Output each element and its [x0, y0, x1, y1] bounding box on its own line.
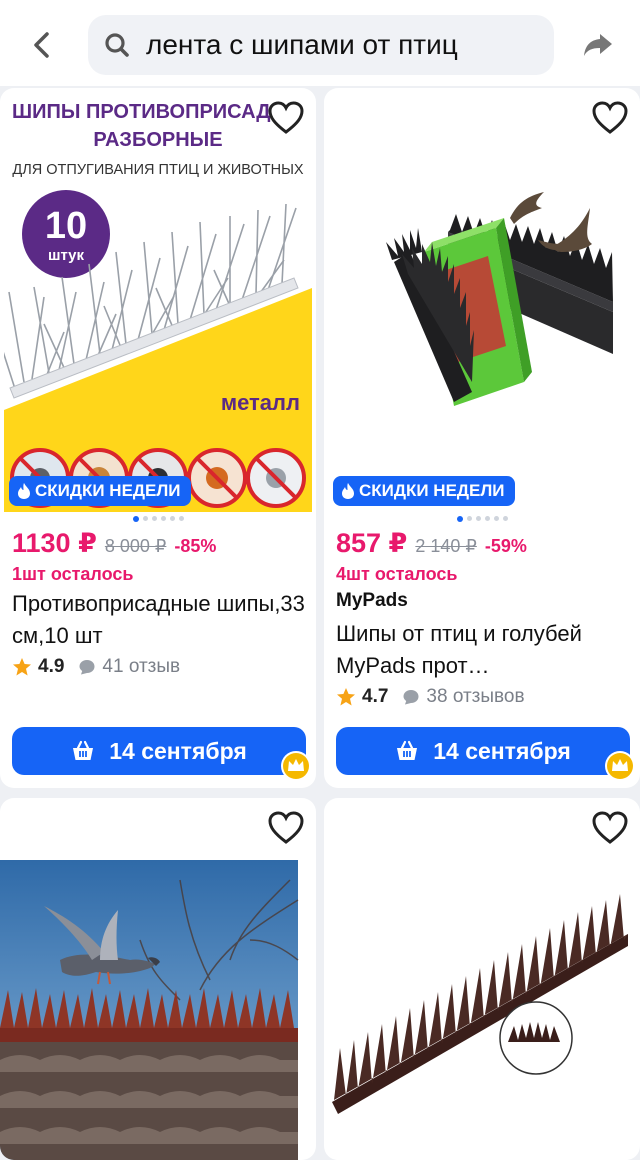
delivery-date-label: 14 сентября — [109, 737, 247, 764]
review-bubble-icon — [403, 690, 419, 705]
discount: -59% — [484, 536, 527, 556]
image-pager-dots — [0, 515, 316, 522]
flame-icon — [342, 483, 354, 499]
discount: -85% — [174, 536, 217, 556]
rating-value: 4.9 — [38, 656, 65, 677]
old-price: 2 140 ₽ — [415, 536, 477, 556]
back-arrow-icon — [34, 32, 49, 58]
heart-icon — [268, 101, 304, 134]
product-card[interactable]: ШИПЫ ПРОТИВОПРИСАДН РАЗБОРНЫЕ ДЛЯ ОТПУГИ… — [0, 88, 316, 788]
crown-badge-icon — [605, 751, 635, 781]
favorite-button[interactable] — [590, 98, 630, 138]
heart-icon — [592, 811, 628, 844]
heart-icon — [268, 811, 304, 844]
image-count-number: 10 — [45, 205, 87, 247]
rating-row: 4.9 41 отзыв — [12, 656, 180, 678]
product-card[interactable] — [0, 798, 316, 1160]
product-image[interactable]: ШИПЫ ПРОТИВОПРИСАДН РАЗБОРНЫЕ ДЛЯ ОТПУГИ… — [4, 92, 312, 512]
product-card[interactable]: СКИДКИ НЕДЕЛИ 857 ₽ 2 140 ₽ -59% 4шт ост… — [324, 88, 640, 788]
basket-icon — [397, 740, 418, 760]
product-title[interactable]: Шипы от птиц и голубей MyPads прот… — [336, 618, 630, 682]
top-bar — [0, 0, 640, 86]
stock-left: 1шт осталось — [12, 564, 134, 584]
image-subtitle: ДЛЯ ОТПУГИВАНИЯ ПТИЦ И ЖИВОТНЫХ — [12, 162, 303, 178]
product-image[interactable] — [328, 878, 636, 1160]
product-card[interactable] — [324, 798, 640, 1160]
favorite-button[interactable] — [266, 808, 306, 848]
flame-icon — [18, 483, 30, 499]
delivery-date-button[interactable]: 14 сентября — [336, 727, 630, 775]
image-headline-1: ШИПЫ ПРОТИВОПРИСАДН — [12, 101, 285, 123]
delivery-date-button[interactable]: 14 сентября — [12, 727, 306, 775]
review-bubble-icon — [79, 660, 95, 675]
share-button[interactable] — [580, 26, 616, 62]
sale-badge: СКИДКИ НЕДЕЛИ — [333, 476, 515, 506]
image-material: металл — [221, 390, 300, 415]
search-input[interactable] — [146, 23, 536, 67]
price: 857 ₽ — [336, 528, 408, 558]
old-price: 8 000 ₽ — [104, 536, 167, 556]
share-icon — [584, 34, 612, 56]
star-icon — [13, 658, 31, 676]
sale-badge-label: СКИДКИ НЕДЕЛИ — [35, 481, 181, 500]
favorite-button[interactable] — [266, 98, 306, 138]
crown-badge-icon — [281, 751, 311, 781]
image-pager-dots — [324, 515, 640, 522]
heart-icon — [592, 101, 628, 134]
price-line: 1130 ₽ 8 000 ₽ -85% — [12, 528, 216, 559]
delivery-date-label: 14 сентября — [433, 737, 571, 764]
brand-name[interactable]: MyPads — [336, 590, 408, 612]
reviews-count: 38 отзывов — [426, 686, 525, 707]
search-icon — [105, 33, 129, 57]
price-line: 857 ₽ 2 140 ₽ -59% — [336, 528, 527, 559]
product-image[interactable] — [0, 860, 316, 1160]
favorite-button[interactable] — [590, 808, 630, 848]
image-count-word: штук — [48, 247, 85, 264]
price: 1130 ₽ — [12, 528, 97, 558]
rating-row: 4.7 38 отзывов — [336, 686, 525, 708]
rating-value: 4.7 — [362, 686, 389, 707]
image-headline-2: РАЗБОРНЫЕ — [93, 129, 222, 151]
stock-left: 4шт осталось — [336, 564, 458, 584]
basket-icon — [73, 740, 94, 760]
sale-badge: СКИДКИ НЕДЕЛИ — [9, 476, 191, 506]
search-bar[interactable] — [88, 15, 554, 75]
product-image[interactable] — [328, 92, 636, 512]
back-button[interactable] — [26, 28, 56, 62]
reviews-count: 41 отзыв — [102, 656, 181, 677]
sale-badge-label: СКИДКИ НЕДЕЛИ — [359, 481, 505, 500]
product-title[interactable]: Противоприсадные шипы,33 см,10 шт — [12, 588, 306, 652]
star-icon — [337, 688, 355, 706]
